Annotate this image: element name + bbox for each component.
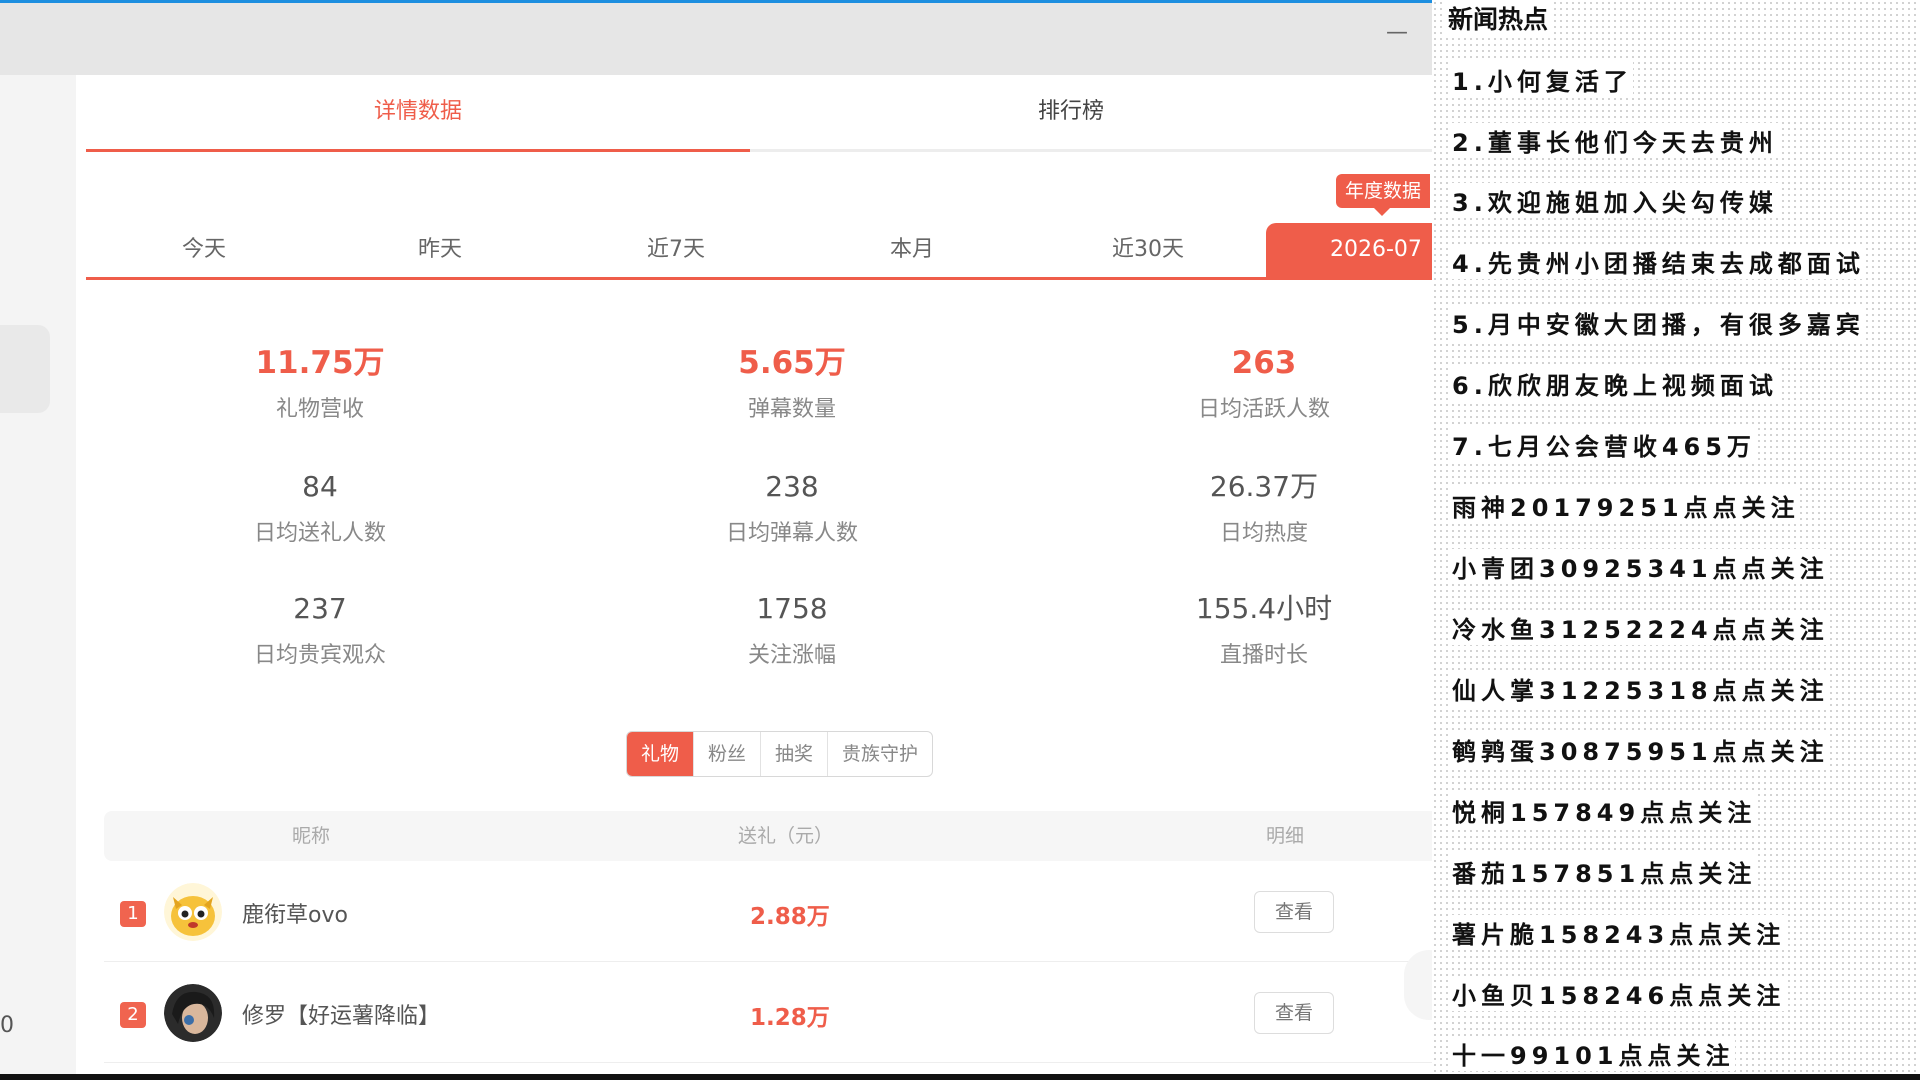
stat-value: 84 [302, 470, 338, 503]
stat-follow-growth: 1758 关注涨幅 [642, 591, 942, 669]
segment-lottery[interactable]: 抽奖 [761, 732, 829, 776]
tab-details[interactable]: 详情数据 [86, 75, 750, 152]
news-item: 番茄157851点点关注 [1452, 854, 1757, 889]
annual-data-badge[interactable]: 年度数据 [1336, 174, 1430, 216]
table-header: 昵称 送礼（元） 明细 [104, 811, 1432, 861]
tab-ranking[interactable]: 排行榜 [906, 75, 1236, 149]
news-item: 十一99101点点关注 [1452, 1036, 1735, 1071]
stats-app-window: — 0 详情数据 排行榜 年度数据 今天 昨天 近7天 本月 近30天 2026… [0, 3, 1432, 1074]
scroll-handle[interactable] [1404, 950, 1432, 1020]
segment-fans[interactable]: 粉丝 [694, 732, 762, 776]
column-gift: 送礼（元） [738, 825, 834, 847]
news-item: 1.小何复活了 [1452, 62, 1633, 97]
news-item: 4.先贵州小团播结束去成都面试 [1452, 244, 1865, 279]
stat-label: 日均热度 [1219, 521, 1308, 546]
tab-yesterday[interactable]: 昨天 [322, 223, 558, 277]
stat-daily-danmaku-users: 238 日均弹幕人数 [642, 469, 942, 547]
news-item: 3.欢迎施姐加入尖勾传媒 [1452, 183, 1778, 218]
stat-gift-revenue: 11.75万 礼物营收 [170, 345, 470, 423]
minimize-button[interactable]: — [1385, 21, 1409, 45]
tab-today[interactable]: 今天 [86, 223, 322, 277]
title-bar: — [0, 3, 1432, 75]
news-item: 悦桐157849点点关注 [1452, 793, 1757, 828]
news-item: 2.董事长他们今天去贵州 [1452, 123, 1778, 158]
stat-label: 日均活跃人数 [1197, 397, 1330, 422]
news-item: 冷水鱼31252224点点关注 [1452, 610, 1829, 645]
stat-value: 237 [293, 592, 347, 625]
stat-label: 日均贵宾观众 [253, 643, 386, 668]
table-row: 1 鹿衔草ovo 2.88万 查看 [104, 861, 1432, 962]
user-nickname: 鹿衔草ovo [242, 903, 348, 928]
stat-label: 弹幕数量 [747, 397, 836, 422]
gift-amount: 2.88万 [750, 904, 830, 930]
tab-this-month[interactable]: 本月 [794, 223, 1030, 277]
stat-label: 日均弹幕人数 [725, 521, 858, 546]
table-row: 2 修罗【好运薯降临】 1.28万 查看 [104, 962, 1432, 1063]
news-item: 仙人掌31225318点点关注 [1452, 671, 1829, 706]
rank-badge: 1 [120, 901, 146, 927]
tab-last-30-days[interactable]: 近30天 [1030, 223, 1266, 277]
photo-avatar-icon [164, 984, 222, 1042]
stat-value: 1758 [756, 592, 828, 625]
stat-daily-heat: 26.37万 日均热度 [1114, 469, 1414, 547]
tab-month-selected[interactable]: 2026-07 [1266, 223, 1432, 277]
main-tabs: 详情数据 排行榜 [86, 75, 1432, 152]
news-title: 新闻热点 [1446, 0, 1551, 36]
news-item: 小鱼贝158246点点关注 [1452, 976, 1786, 1011]
stat-label: 日均送礼人数 [253, 521, 386, 546]
stat-value: 5.65万 [738, 345, 846, 381]
avatar [164, 984, 222, 1042]
stat-live-duration: 155.4小时 直播时长 [1114, 591, 1414, 669]
segment-gifts[interactable]: 礼物 [627, 732, 695, 776]
main-content: 详情数据 排行榜 年度数据 今天 昨天 近7天 本月 近30天 2026-07 … [86, 75, 1432, 1074]
stat-label: 直播时长 [1219, 643, 1308, 668]
stat-value: 238 [765, 470, 819, 503]
period-tabs: 今天 昨天 近7天 本月 近30天 2026-07 [86, 223, 1432, 280]
view-detail-button[interactable]: 查看 [1254, 891, 1334, 933]
ranking-type-segmented-control: 礼物 粉丝 抽奖 贵族守护 [626, 731, 934, 777]
news-item: 鹌鹑蛋30875951点点关注 [1452, 732, 1829, 767]
news-item: 6.欣欣朋友晚上视频面试 [1452, 366, 1778, 401]
rank-badge: 2 [120, 1002, 146, 1028]
gift-amount: 1.28万 [750, 1005, 830, 1031]
user-nickname: 修罗【好运薯降临】 [242, 1004, 441, 1029]
news-item: 7.七月公会营收465万 [1452, 427, 1756, 462]
tab-last-7-days[interactable]: 近7天 [558, 223, 794, 277]
stat-daily-gifters: 84 日均送礼人数 [170, 469, 470, 547]
sidebar-item[interactable] [0, 325, 50, 413]
stat-label: 关注涨幅 [747, 643, 836, 668]
stat-value: 26.37万 [1209, 470, 1319, 503]
stat-danmaku-count: 5.65万 弹幕数量 [642, 345, 942, 423]
news-panel: 新闻热点 1.小何复活了 2.董事长他们今天去贵州 3.欢迎施姐加入尖勾传媒 4… [1432, 0, 1920, 1074]
left-sidebar: 0 [0, 75, 76, 1074]
stat-daily-vip: 237 日均贵宾观众 [170, 591, 470, 669]
column-nickname: 昵称 [292, 825, 331, 847]
stat-label: 礼物营收 [275, 397, 364, 422]
avatar [164, 883, 222, 941]
news-item: 薯片脆158243点点关注 [1452, 915, 1786, 950]
view-detail-button[interactable]: 查看 [1254, 992, 1334, 1034]
stat-value: 11.75万 [255, 345, 385, 381]
column-detail: 明细 [1266, 825, 1305, 847]
segment-noble-guard[interactable]: 贵族守护 [828, 732, 932, 776]
news-item: 5.月中安徽大团播，有很多嘉宾 [1452, 305, 1865, 340]
sidebar-stub-text: 0 [0, 1013, 14, 1038]
stat-value: 263 [1231, 345, 1297, 381]
stat-daily-active: 263 日均活跃人数 [1114, 345, 1414, 423]
bottom-border-strip [0, 1074, 1920, 1080]
stat-value: 155.4小时 [1195, 592, 1333, 625]
cartoon-avatar-icon [164, 883, 222, 941]
news-item: 雨神20179251点点关注 [1452, 488, 1800, 523]
news-item: 小青团30925341点点关注 [1452, 549, 1829, 584]
